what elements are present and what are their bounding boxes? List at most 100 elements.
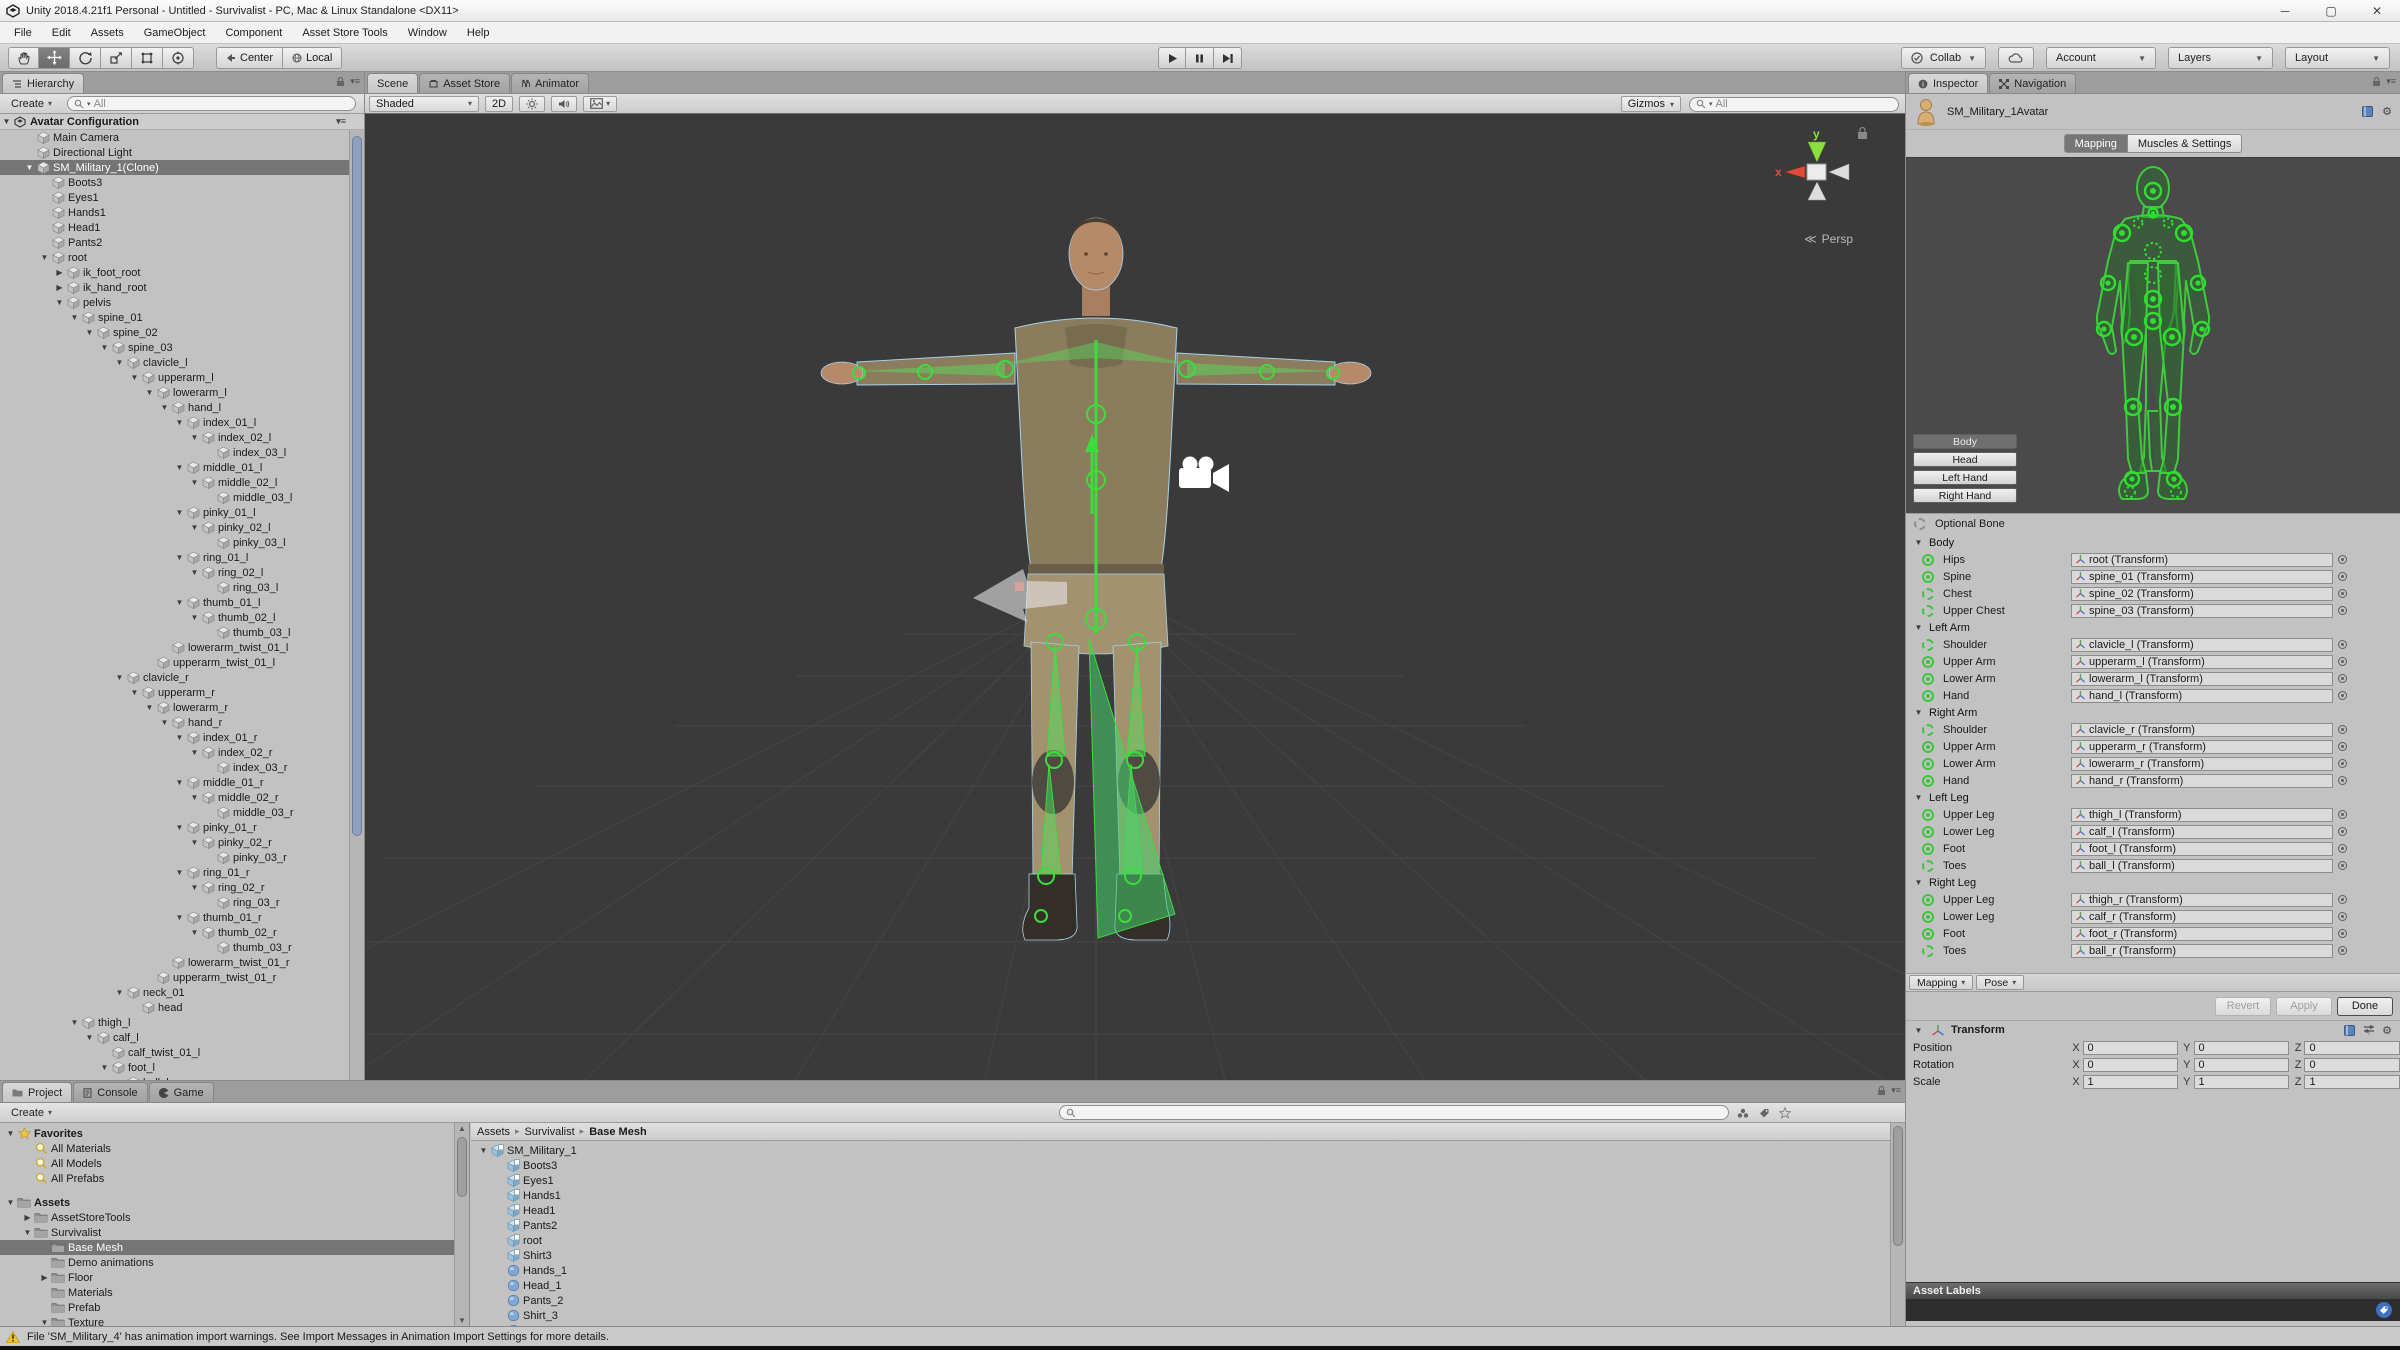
expand-arrow-icon[interactable]: ▼ [128, 373, 141, 382]
project-search-input[interactable] [1059, 1105, 1730, 1120]
hierarchy-item-upperarm-twist-01-l[interactable]: upperarm_twist_01_l [0, 655, 349, 670]
object-picker-icon[interactable] [2338, 861, 2347, 870]
rotation-z-field[interactable]: 0 [2304, 1057, 2400, 1072]
object-picker-icon[interactable] [2338, 912, 2347, 921]
move-tool-button[interactable] [39, 46, 70, 69]
bone-object-field[interactable]: foot_r (Transform) [2071, 926, 2333, 941]
expand-arrow-icon[interactable]: ▼ [143, 388, 156, 397]
pivot-center-button[interactable]: Center [216, 46, 284, 69]
part-button-left-hand[interactable]: Left Hand [1913, 470, 2017, 485]
status-bar[interactable]: File 'SM_Military_4' has animation impor… [0, 1326, 2400, 1346]
object-picker-icon[interactable] [2338, 810, 2347, 819]
part-button-body[interactable]: Body [1913, 434, 2017, 449]
favorite-search-icon[interactable] [1779, 1106, 1792, 1119]
apply-button[interactable]: Apply [2276, 996, 2332, 1016]
tab-console[interactable]: Console [73, 1082, 148, 1102]
hierarchy-item-boots3[interactable]: Boots3 [0, 175, 349, 190]
expand-arrow-icon[interactable]: ▼ [188, 793, 201, 802]
object-picker-icon[interactable] [2338, 827, 2347, 836]
breadcrumb-base-mesh[interactable]: Base Mesh [589, 1126, 646, 1138]
hierarchy-item-thumb-01-l[interactable]: ▼ thumb_01_l [0, 595, 349, 610]
hierarchy-item-calf-l[interactable]: ▼ calf_l [0, 1030, 349, 1045]
project-folder-base-mesh[interactable]: Base Mesh [0, 1240, 469, 1255]
expand-arrow-icon[interactable]: ▼ [83, 1033, 96, 1042]
maximize-button[interactable]: ▢ [2308, 0, 2354, 22]
expand-arrow-icon[interactable]: ▼ [173, 508, 186, 517]
minimize-button[interactable]: ─ [2262, 0, 2308, 22]
layout-dropdown[interactable]: Layout ▼ [2285, 47, 2390, 69]
project-file-shirt3[interactable]: Shirt3 [471, 1248, 1890, 1263]
hierarchy-item-ring-01-l[interactable]: ▼ ring_01_l [0, 550, 349, 565]
presets-icon[interactable]: ! [2363, 1024, 2375, 1037]
project-folder-floor[interactable]: ▶ Floor [0, 1270, 469, 1285]
expand-arrow-icon[interactable]: ▼ [188, 613, 201, 622]
tab-animator[interactable]: Animator [511, 73, 590, 93]
hierarchy-item-middle-02-l[interactable]: ▼ middle_02_l [0, 475, 349, 490]
hierarchy-search-input[interactable]: ▾ All [67, 96, 356, 111]
hierarchy-item-eyes1[interactable]: Eyes1 [0, 190, 349, 205]
search-by-label-icon[interactable] [1758, 1107, 1770, 1119]
hierarchy-item-lowerarm-l[interactable]: ▼ lowerarm_l [0, 385, 349, 400]
mapping-menu-dropdown[interactable]: Mapping ▾ [1909, 975, 1974, 990]
project-files-scrollbar[interactable] [1890, 1123, 1905, 1326]
hierarchy-item-ik-foot-root[interactable]: ▶ ik_foot_root [0, 265, 349, 280]
project-file-sm-military-1[interactable]: ▼ SM_Military_1 [471, 1143, 1890, 1158]
bone-section-left-leg[interactable]: ▼ Left Leg [1906, 789, 2400, 806]
rotation-local-button[interactable]: Local [283, 46, 343, 69]
tab-game[interactable]: Game [148, 1082, 214, 1102]
bone-object-field[interactable]: thigh_r (Transform) [2071, 892, 2333, 907]
expand-arrow-icon[interactable]: ▼ [23, 163, 36, 172]
tab-mapping[interactable]: Mapping [2063, 134, 2127, 153]
hierarchy-scrollbar[interactable] [349, 130, 364, 1080]
hierarchy-item-clavicle-l[interactable]: ▼ clavicle_l [0, 355, 349, 370]
project-folder-texture[interactable]: ▼ Texture [0, 1315, 469, 1326]
rect-tool-button[interactable] [132, 46, 163, 69]
project-file-boots3[interactable]: Boots3 [471, 1158, 1890, 1173]
menu-gameobject[interactable]: GameObject [134, 22, 216, 43]
hierarchy-item-index-02-r[interactable]: ▼ index_02_r [0, 745, 349, 760]
menu-edit[interactable]: Edit [42, 22, 81, 43]
hierarchy-item-lowerarm-twist-01-l[interactable]: lowerarm_twist_01_l [0, 640, 349, 655]
lock-icon[interactable] [2372, 76, 2381, 87]
transform-tool-button[interactable] [163, 46, 194, 69]
hierarchy-item-spine-02[interactable]: ▼ spine_02 [0, 325, 349, 340]
hierarchy-item-middle-03-r[interactable]: middle_03_r [0, 805, 349, 820]
object-picker-icon[interactable] [2338, 589, 2347, 598]
lock-icon[interactable] [1877, 1085, 1886, 1096]
expand-arrow-icon[interactable]: ▶ [38, 1273, 51, 1282]
bone-object-field[interactable]: ball_r (Transform) [2071, 943, 2333, 958]
hierarchy-item-pinky-02-l[interactable]: ▼ pinky_02_l [0, 520, 349, 535]
menu-assets[interactable]: Assets [81, 22, 134, 43]
panel-menu-icon[interactable]: ▾≡ [2386, 76, 2396, 87]
hierarchy-item-main-camera[interactable]: Main Camera [0, 130, 349, 145]
bone-object-field[interactable]: calf_r (Transform) [2071, 909, 2333, 924]
expand-arrow-icon[interactable]: ▼ [128, 688, 141, 697]
help-book-icon[interactable] [2361, 105, 2374, 118]
expand-arrow-icon[interactable]: ▼ [53, 298, 66, 307]
scale-x-field[interactable]: 1 [2082, 1074, 2179, 1089]
expand-arrow-icon[interactable]: ▼ [68, 313, 81, 322]
rotation-y-field[interactable]: 0 [2193, 1057, 2290, 1072]
object-picker-icon[interactable] [2338, 725, 2347, 734]
avatar-mapping-diagram[interactable]: Body Head Left Hand Right Hand [1906, 157, 2400, 514]
hierarchy-item-lowerarm-twist-01-r[interactable]: lowerarm_twist_01_r [0, 955, 349, 970]
gear-icon[interactable]: ⚙ [2382, 1024, 2392, 1037]
hierarchy-item-pinky-03-l[interactable]: pinky_03_l [0, 535, 349, 550]
bone-object-field[interactable]: hand_r (Transform) [2071, 773, 2333, 788]
project-file-pants-2[interactable]: Pants_2 [471, 1293, 1890, 1308]
project-file-hands1[interactable]: Hands1 [471, 1188, 1890, 1203]
project-file-pants2[interactable]: Pants2 [471, 1218, 1890, 1233]
tab-project[interactable]: Project [2, 1082, 73, 1102]
hierarchy-item-head[interactable]: head [0, 1000, 349, 1015]
expand-arrow-icon[interactable]: ▼ [1912, 878, 1925, 887]
tab-hierarchy[interactable]: Hierarchy [2, 73, 85, 93]
expand-arrow-icon[interactable]: ▼ [173, 778, 186, 787]
search-filter-arrow-icon[interactable]: ▾ [87, 100, 91, 108]
project-tree-scrollbar-thumb[interactable] [457, 1137, 467, 1197]
menu-component[interactable]: Component [215, 22, 292, 43]
hierarchy-item-upperarm-l[interactable]: ▼ upperarm_l [0, 370, 349, 385]
hierarchy-item-upperarm-twist-01-r[interactable]: upperarm_twist_01_r [0, 970, 349, 985]
hierarchy-item-hand-r[interactable]: ▼ hand_r [0, 715, 349, 730]
panel-menu-icon[interactable]: ▾≡ [1891, 1085, 1901, 1096]
hierarchy-item-neck-01[interactable]: ▼ neck_01 [0, 985, 349, 1000]
